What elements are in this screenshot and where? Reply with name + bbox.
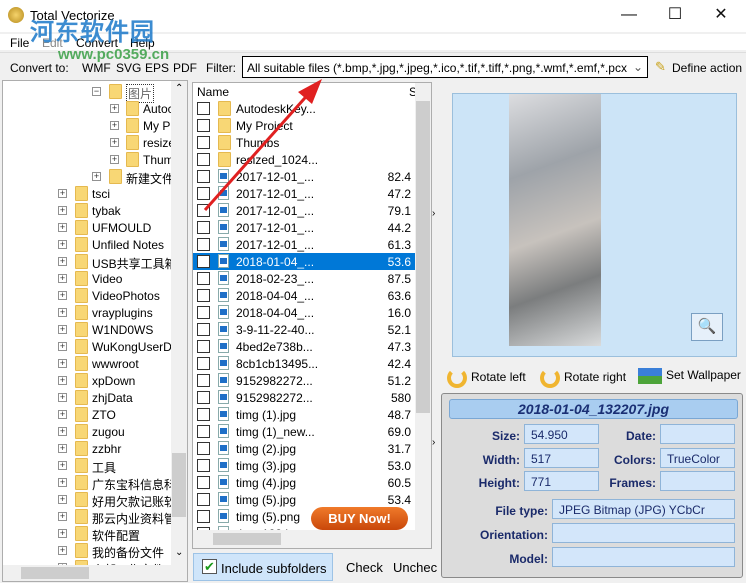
arrow-line [203,89,314,211]
watermark-logo: 河东软件园 [30,19,155,46]
watermark-url: www.pc0359.cn [58,46,170,63]
annotation-arrow [203,79,322,211]
